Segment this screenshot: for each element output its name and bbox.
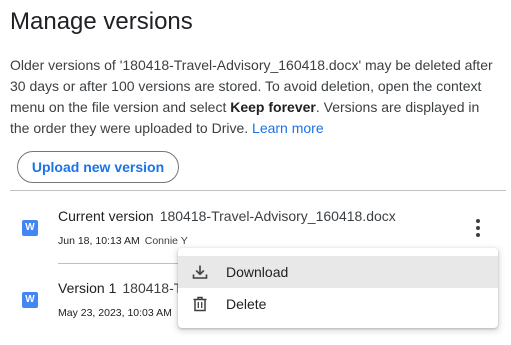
learn-more-link[interactable]: Learn more xyxy=(252,120,324,136)
version-title: Version 1 180418-T xyxy=(58,279,182,297)
version-file-name: 180418-T xyxy=(122,280,183,296)
menu-item-download[interactable]: Download xyxy=(178,256,498,288)
more-dot xyxy=(476,226,480,230)
trash-icon xyxy=(193,296,207,312)
version-meta: Jun 18, 10:13 AM Connie Y xyxy=(58,234,188,248)
manage-versions-dialog: Manage versions Older versions of '18041… xyxy=(0,0,511,345)
more-options-icon[interactable] xyxy=(466,214,490,242)
word-doc-icon: W xyxy=(22,220,38,236)
version-date: Jun 18, 10:13 AM xyxy=(58,235,140,247)
dialog-description: Older versions of '180418-Travel-Advisor… xyxy=(10,55,502,139)
version-label: Version 1 xyxy=(58,280,117,296)
context-menu: Download Delete xyxy=(178,248,498,328)
version-meta: May 23, 2023, 10:03 AM xyxy=(58,306,172,320)
word-doc-icon: W xyxy=(22,292,38,308)
more-dot xyxy=(476,219,480,223)
description-bold-text: Keep forever xyxy=(230,99,316,115)
dialog-title: Manage versions xyxy=(10,8,193,35)
menu-item-label: Delete xyxy=(226,296,267,312)
version-author: Connie Y xyxy=(144,235,188,247)
download-icon xyxy=(192,265,208,279)
version-label: Current version xyxy=(58,208,154,224)
upload-new-version-button[interactable]: Upload new version xyxy=(17,151,179,183)
version-file-name: 180418-Travel-Advisory_160418.docx xyxy=(159,208,396,224)
menu-item-label: Download xyxy=(226,264,289,280)
more-dot xyxy=(476,233,480,237)
header-divider xyxy=(10,190,506,191)
version-date: May 23, 2023, 10:03 AM xyxy=(58,307,172,319)
version-title: Current version 180418-Travel-Advisory_16… xyxy=(58,207,396,225)
row-divider xyxy=(58,263,188,264)
menu-item-delete[interactable]: Delete xyxy=(178,288,498,320)
